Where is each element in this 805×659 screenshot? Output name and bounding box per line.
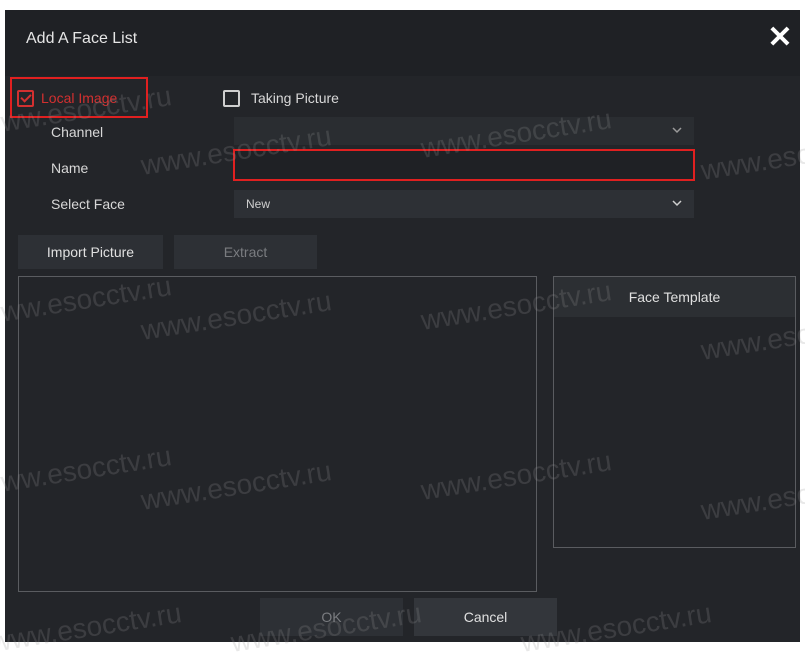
taking-picture-label: Taking Picture: [251, 90, 339, 106]
taking-picture-checkbox[interactable]: [223, 90, 240, 107]
ok-button[interactable]: OK: [260, 598, 403, 636]
select-face-dropdown[interactable]: New: [234, 190, 694, 218]
dialog-titlebar: Add A Face List ✕: [5, 10, 800, 76]
channel-label: Channel: [51, 124, 104, 140]
import-picture-button[interactable]: Import Picture: [18, 235, 163, 269]
select-face-label: Select Face: [51, 196, 125, 212]
chevron-down-icon: [672, 117, 682, 134]
extract-button[interactable]: Extract: [174, 235, 317, 269]
image-preview-area: [18, 276, 537, 592]
local-image-highlight: [10, 77, 148, 118]
cancel-button[interactable]: Cancel: [414, 598, 557, 636]
name-input-highlight: [233, 149, 695, 181]
channel-select[interactable]: [234, 117, 694, 145]
select-face-value: New: [246, 197, 271, 211]
face-template-header: Face Template: [554, 277, 795, 317]
name-label: Name: [51, 160, 89, 176]
dialog-title: Add A Face List: [26, 30, 138, 47]
chevron-down-icon: [672, 190, 682, 207]
add-face-list-dialog: Add A Face List ✕ Local Image Taking Pic…: [5, 10, 800, 642]
close-icon[interactable]: ✕: [766, 23, 794, 53]
face-template-panel: Face Template: [553, 276, 796, 548]
